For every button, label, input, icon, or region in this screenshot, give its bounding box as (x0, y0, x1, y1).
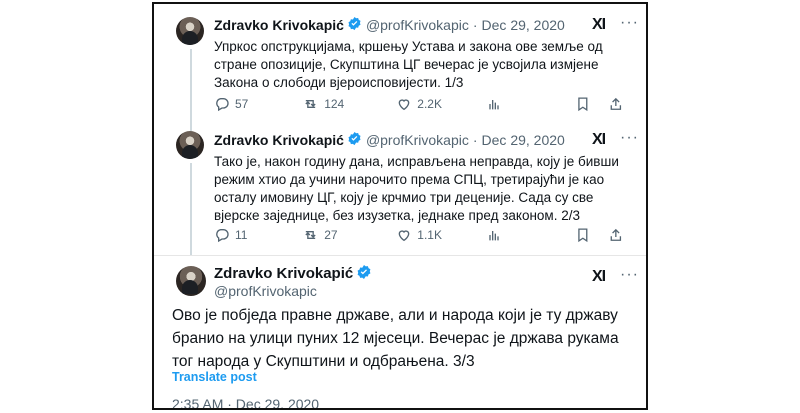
more-options-icon[interactable]: ··· (620, 266, 639, 284)
tweet-header: Zdravko Krivokapić @profKrivokapic · Dec… (214, 131, 565, 149)
verified-badge-icon (347, 131, 362, 149)
tweet-text: Ово је побједа правне државе, али и наро… (172, 307, 619, 370)
reply-icon (216, 98, 229, 112)
author-handle[interactable]: @profKrivokapic (214, 283, 317, 299)
repost-button[interactable]: 27 (302, 227, 396, 243)
tweet-date[interactable]: Dec 29, 2020 (482, 17, 565, 33)
repost-count: 27 (324, 228, 338, 242)
share-icon[interactable] (608, 96, 624, 112)
heart-icon (398, 230, 410, 242)
repost-icon (305, 231, 316, 239)
verified-badge-icon (347, 16, 362, 34)
grok-icon[interactable]: XI (592, 16, 606, 34)
thread-tweet-1[interactable]: Zdravko Krivokapić @profKrivokapic · Dec… (154, 4, 646, 132)
author-handle[interactable]: @profKrivokapic (366, 17, 469, 33)
repost-count: 124 (324, 97, 345, 111)
heart-icon (398, 99, 410, 111)
author-name[interactable]: Zdravko Krivokapić (214, 265, 353, 282)
tweet-text: Тако је, након годину дана, исправљена н… (214, 154, 619, 223)
author-name[interactable]: Zdravko Krivokapić (214, 132, 344, 148)
main-tweet: Zdravko Krivokapić @profKrivokapic XI ··… (154, 256, 646, 408)
tweet-date[interactable]: Dec 29, 2020 (482, 132, 565, 148)
tweet-text: Упркос опструкцијама, кршењу Устава и за… (214, 39, 603, 90)
bookmark-icon[interactable] (575, 227, 591, 243)
reply-icon (216, 229, 229, 243)
verified-badge-icon (356, 264, 372, 283)
avatar[interactable] (176, 266, 206, 296)
views-button[interactable] (486, 227, 574, 243)
tweet-header: Zdravko Krivokapić @profKrivokapic · Dec… (214, 16, 565, 34)
grok-icon[interactable]: XI (592, 131, 606, 149)
repost-button[interactable]: 124 (302, 96, 396, 112)
like-button[interactable]: 1.1K (396, 227, 486, 243)
thread-connector-line (190, 49, 192, 132)
like-button[interactable]: 2.2K (396, 96, 486, 112)
separator-dot: · (472, 17, 478, 33)
views-chart-icon (489, 231, 500, 241)
more-options-icon[interactable]: ··· (620, 14, 639, 32)
grok-icon[interactable]: XI (592, 268, 606, 286)
reply-count: 11 (235, 228, 248, 242)
tweet-actions: 11 27 1.1K (214, 227, 634, 243)
translate-post-link[interactable]: Translate post (172, 370, 257, 384)
separator-dot: · (472, 132, 478, 148)
views-chart-icon (489, 100, 500, 110)
reply-button[interactable]: 11 (214, 227, 302, 243)
reply-button[interactable]: 57 (214, 96, 302, 112)
share-icon[interactable] (608, 227, 624, 243)
tweet-timestamp[interactable]: 2:35 AM · Dec 29, 2020 (172, 396, 319, 408)
bookmark-icon[interactable] (575, 96, 591, 112)
thread-tweet-2[interactable]: Zdravko Krivokapić @profKrivokapic · Dec… (154, 127, 646, 256)
more-options-icon[interactable]: ··· (620, 129, 639, 147)
like-count: 2.2K (417, 97, 442, 111)
tweet-header: Zdravko Krivokapić (214, 264, 376, 283)
thread-connector-line (190, 163, 192, 255)
author-name[interactable]: Zdravko Krivokapić (214, 17, 344, 33)
avatar[interactable] (176, 17, 204, 45)
thread-screenshot: Zdravko Krivokapić @profKrivokapic · Dec… (152, 2, 648, 410)
avatar[interactable] (176, 131, 204, 159)
like-count: 1.1K (417, 228, 442, 242)
repost-icon (305, 100, 316, 108)
author-handle[interactable]: @profKrivokapic (366, 132, 469, 148)
views-button[interactable] (486, 96, 574, 112)
reply-count: 57 (235, 97, 249, 111)
tweet-actions: 57 124 2.2K (214, 96, 634, 112)
